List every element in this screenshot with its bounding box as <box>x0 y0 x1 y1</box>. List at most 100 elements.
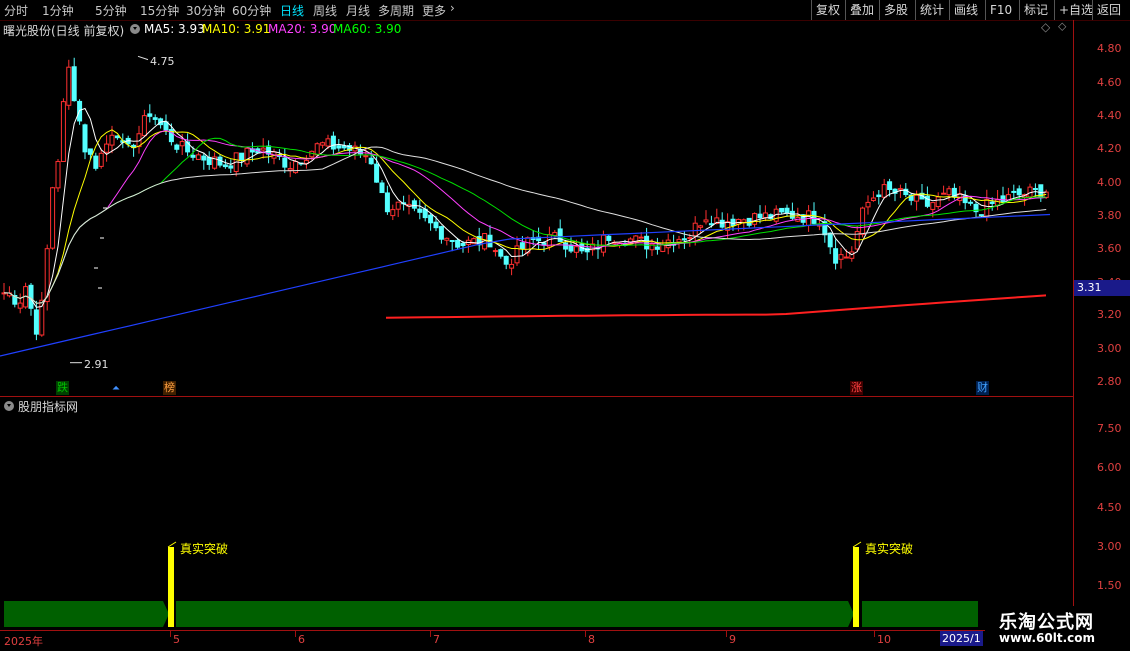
signal-label: 真实突破 <box>865 542 914 556</box>
mark-button[interactable]: 标记 <box>1019 0 1052 20</box>
candle-body <box>989 201 995 204</box>
candle-body <box>374 163 380 183</box>
ma20-value: MA20: 3.90 <box>268 22 337 36</box>
back-button[interactable]: 返回 <box>1092 0 1125 20</box>
candle-body <box>552 231 558 237</box>
time-tick: 7 <box>433 633 440 646</box>
watermark-url: www.60lt.com <box>999 631 1096 645</box>
tab-60min[interactable]: 60分钟 <box>232 2 271 19</box>
tab-fenshi[interactable]: 分时 <box>4 2 28 19</box>
candle-body <box>492 250 498 253</box>
ma10-line <box>3 129 1047 304</box>
overlay-button[interactable]: 叠加 <box>845 0 878 20</box>
candle-body <box>390 209 396 217</box>
marker-zhang[interactable]: 涨 <box>850 381 863 395</box>
axis-tick: 3.00 <box>1097 540 1122 553</box>
candle-body <box>147 113 153 117</box>
candle-body <box>654 246 660 250</box>
candle-body <box>568 244 574 252</box>
stock-title: 曙光股份(日线 前复权) <box>3 24 125 38</box>
candle-body <box>174 144 180 150</box>
tab-daily[interactable]: 日线 <box>280 2 304 19</box>
indicator-axis: 7.50 6.00 4.50 3.00 1.50 <box>1075 397 1130 630</box>
marker-bang[interactable]: 榜 <box>163 381 176 395</box>
candle-body <box>876 194 882 198</box>
marker-cai[interactable]: 财 <box>976 381 989 395</box>
double-up-icon[interactable]: ⏶ <box>112 383 120 394</box>
diamond-icon[interactable]: ◇ <box>1041 20 1050 34</box>
breakout-pointer <box>852 541 862 548</box>
candle-body <box>17 302 23 309</box>
ma30-line <box>3 137 1047 304</box>
signal-band <box>176 601 854 627</box>
candle-body <box>330 135 336 150</box>
candle-body <box>109 134 115 146</box>
candle-body <box>195 154 201 160</box>
candle-body <box>1016 188 1022 196</box>
candle-body <box>870 197 876 201</box>
time-axis: 2025年 5 6 7 8 9 10 2025/1 <box>0 630 1130 651</box>
axis-tick: 4.20 <box>1097 142 1122 155</box>
dropdown-circle-icon[interactable] <box>130 24 140 34</box>
candle-body <box>573 246 579 253</box>
marker-die[interactable]: 跌 <box>56 381 69 395</box>
candle-body <box>104 143 110 153</box>
tab-more[interactable]: 更多 <box>422 2 446 19</box>
candle-body <box>33 309 39 335</box>
axis-tick: 6.00 <box>1097 461 1122 474</box>
indicator-chart[interactable] <box>0 397 1073 630</box>
axis-tick: 4.80 <box>1097 42 1122 55</box>
candle-body <box>897 188 903 191</box>
axis-tick: 3.60 <box>1097 242 1122 255</box>
draw-line-button[interactable]: 画线 <box>949 0 982 20</box>
indicator-info-bar: 曙光股份(日线 前复权) MA5: 3.93 MA10: 3.91 MA20: … <box>0 19 1073 38</box>
candle-body <box>730 218 736 227</box>
candle-body <box>341 145 347 149</box>
candle-body <box>741 219 747 223</box>
tab-weekly[interactable]: 周线 <box>313 2 337 19</box>
right-axis-line <box>1073 20 1074 630</box>
ma120-line <box>0 213 1051 357</box>
multi-stock-button[interactable]: 多股 <box>879 0 912 20</box>
add-favorite-button[interactable]: +自选 <box>1054 0 1097 20</box>
axis-tick: 3.00 <box>1097 342 1122 355</box>
f10-button[interactable]: F10 <box>985 0 1016 20</box>
candle-body <box>681 238 687 241</box>
statistics-button[interactable]: 统计 <box>915 0 948 20</box>
candle-body <box>719 219 725 228</box>
tab-multi-period[interactable]: 多周期 <box>378 2 414 19</box>
axis-tick: 1.50 <box>1097 579 1122 592</box>
candle-body <box>941 192 947 195</box>
candle-body <box>228 165 234 169</box>
tab-5min[interactable]: 5分钟 <box>95 2 127 19</box>
tab-15min[interactable]: 15分钟 <box>140 2 179 19</box>
candlestick-chart[interactable] <box>0 38 1073 396</box>
candle-body <box>460 242 466 247</box>
tab-monthly[interactable]: 月线 <box>346 2 370 19</box>
candle-body <box>433 221 439 229</box>
candle-body <box>363 155 369 158</box>
axis-tick: 4.00 <box>1097 176 1122 189</box>
candle-body <box>600 234 606 253</box>
candle-body <box>1000 195 1006 203</box>
expand-icon[interactable]: ⬦ <box>1058 19 1066 34</box>
candle-body <box>395 201 401 210</box>
candle-body <box>827 232 833 248</box>
low-annotation: 2.91 <box>84 358 109 371</box>
candle-body <box>692 222 698 237</box>
time-cursor-label: 2025/1 <box>940 631 983 646</box>
candle-body <box>244 147 250 165</box>
tab-1min[interactable]: 1分钟 <box>42 2 74 19</box>
candle-body <box>865 201 871 208</box>
high-annotation: 4.75 <box>150 55 175 68</box>
candle-body <box>379 182 385 194</box>
candle-body <box>152 117 158 120</box>
candle-body <box>660 244 666 252</box>
signal-band <box>4 601 169 627</box>
candle-body <box>411 200 417 209</box>
candle-body <box>935 196 941 208</box>
fuquan-button[interactable]: 复权 <box>811 0 844 20</box>
tab-30min[interactable]: 30分钟 <box>186 2 225 19</box>
candle-body <box>87 148 93 155</box>
time-tick: 2025年 <box>4 635 43 648</box>
